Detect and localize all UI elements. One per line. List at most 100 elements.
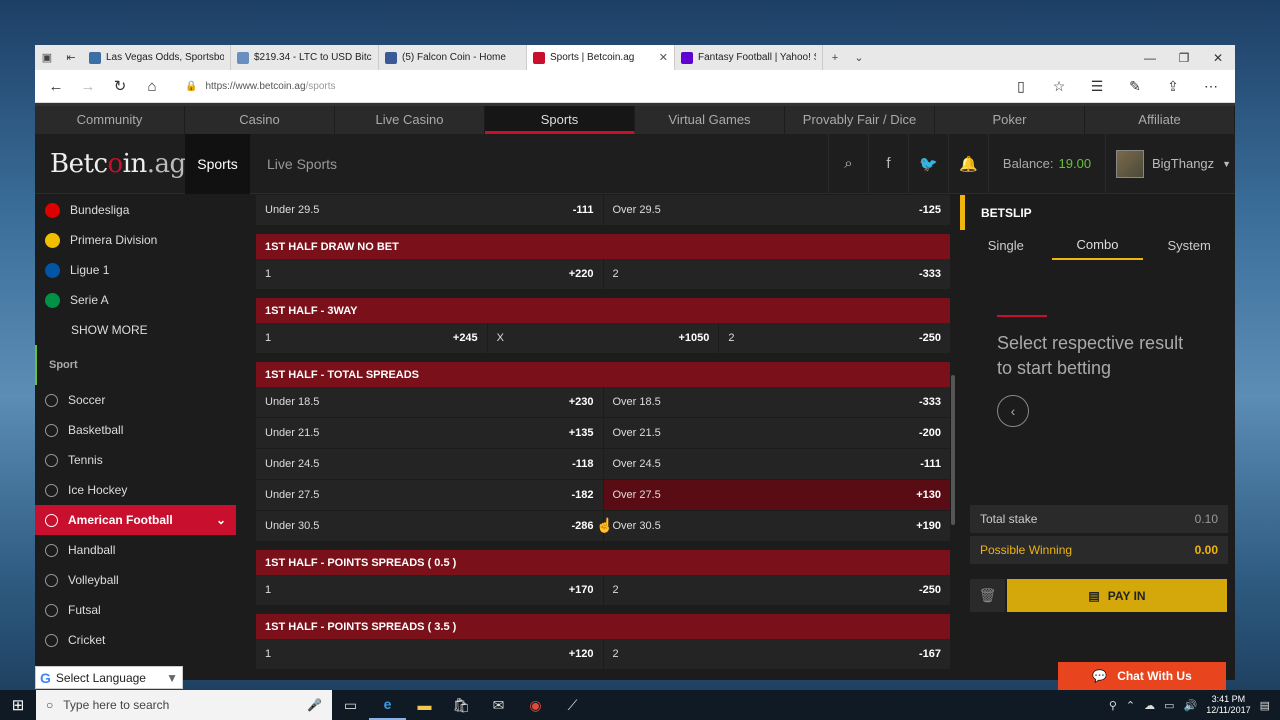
pay-in-button[interactable]: ▤ PAY IN — [1007, 579, 1227, 612]
browser-tab[interactable]: Sports | Betcoin.ag ✕ — [527, 45, 675, 70]
odds-cell[interactable]: Under 27.5 -182 — [256, 480, 604, 510]
close-tab-icon[interactable]: ✕ — [659, 51, 668, 64]
odds-cell[interactable]: 1 +220 — [256, 259, 604, 289]
sidebar-sport-basketball[interactable]: Basketball — [35, 415, 236, 445]
odds-cell[interactable]: X +1050 — [488, 323, 720, 353]
more-icon[interactable]: ⋯ — [1195, 78, 1227, 95]
share-icon[interactable]: ⇪ — [1157, 78, 1189, 95]
people-icon[interactable]: ⚲ — [1109, 699, 1117, 712]
sidebar-league[interactable]: Ligue 1 — [35, 255, 236, 285]
scrollbar[interactable] — [951, 375, 955, 525]
mail-icon[interactable]: ✉ — [480, 697, 517, 714]
sidebar-sport-tennis[interactable]: Tennis — [35, 445, 236, 475]
sidebar-sport-soccer[interactable]: Soccer — [35, 385, 236, 415]
betslip-tab-combo[interactable]: Combo — [1051, 230, 1144, 260]
chevron-left-icon[interactable]: ‹ — [997, 395, 1029, 427]
back-icon[interactable]: ← — [43, 78, 69, 95]
action-center-icon[interactable]: ▤ — [1260, 699, 1270, 712]
sidebar-sport-handball[interactable]: Handball — [35, 535, 236, 565]
odds-cell[interactable]: Under 30.5 -286 — [256, 511, 604, 541]
topnav-community[interactable]: Community — [35, 106, 185, 134]
topnav-live-casino[interactable]: Live Casino — [335, 106, 485, 134]
reading-view-icon[interactable]: ▯ — [1005, 78, 1037, 95]
sidebar-sport-cricket[interactable]: Cricket — [35, 625, 236, 655]
file-explorer-icon[interactable]: ▬ — [406, 697, 443, 713]
topnav-sports[interactable]: Sports — [485, 106, 635, 134]
betcoin-logo[interactable]: Betcoin.ag — [35, 149, 186, 179]
forward-icon[interactable]: → — [75, 78, 101, 95]
chrome-icon[interactable]: ◉ — [517, 697, 554, 714]
odds-cell[interactable]: Under 29.5 -111 — [256, 195, 604, 225]
sidebar-league[interactable]: Serie A — [35, 285, 236, 315]
favorites-hub-icon[interactable]: ☰ — [1081, 78, 1113, 95]
odds-cell[interactable]: Over 30.5 +190 — [604, 511, 951, 541]
app-icon[interactable]: ⟋ — [554, 697, 591, 714]
search-icon[interactable]: ⌕ — [828, 133, 868, 194]
language-select[interactable]: G Select Language ▼ — [35, 666, 183, 689]
taskbar-search[interactable]: ○ Type here to search 🎤 — [36, 690, 332, 720]
topnav-affiliate[interactable]: Affiliate — [1085, 106, 1235, 134]
clock[interactable]: 3:41 PM 12/11/2017 — [1206, 694, 1250, 716]
set-aside-tabs-icon[interactable]: ⇤ — [59, 51, 83, 64]
sidebar-league[interactable]: Bundesliga — [35, 195, 236, 225]
url-field[interactable]: 🔒 https://www.betcoin.ag/sports — [177, 75, 993, 98]
odds-cell[interactable]: Under 21.5 +135 — [256, 418, 604, 448]
home-icon[interactable]: ⌂ — [139, 78, 165, 95]
show-hidden-icons-icon[interactable]: ⌃ — [1126, 699, 1135, 712]
browser-tab[interactable]: Las Vegas Odds, Sportsbool — [83, 45, 231, 70]
maximize-icon[interactable]: ❐ — [1167, 51, 1201, 65]
sidebar-sport-american-football[interactable]: American Football ⌄ — [35, 505, 236, 535]
sidebar-sport-ice-hockey[interactable]: Ice Hockey — [35, 475, 236, 505]
topnav-casino[interactable]: Casino — [185, 106, 335, 134]
store-icon[interactable]: 🛍 — [443, 697, 480, 714]
new-tab-icon[interactable]: + — [823, 52, 847, 64]
odds-cell[interactable]: 1 +120 — [256, 639, 604, 669]
odds-cell[interactable]: 1 +245 — [256, 323, 488, 353]
network-icon[interactable]: ▭ — [1164, 699, 1174, 712]
windows-start-icon[interactable]: ⊞ — [0, 696, 36, 714]
sidebar-league[interactable]: Primera Division — [35, 225, 236, 255]
odds-cell[interactable]: 2 -250 — [719, 323, 950, 353]
onedrive-icon[interactable]: ☁ — [1144, 699, 1155, 712]
browser-tab[interactable]: $219.34 - LTC to USD Bitcoir — [231, 45, 379, 70]
close-window-icon[interactable]: ✕ — [1201, 51, 1235, 65]
sidebar-sport-volleyball[interactable]: Volleyball — [35, 565, 236, 595]
volume-icon[interactable]: 🔊 — [1184, 699, 1198, 712]
odds-cell[interactable]: Under 18.5 +230 — [256, 387, 604, 417]
odds-cell[interactable]: 2 -333 — [604, 259, 951, 289]
odds-cell[interactable]: 2 -167 — [604, 639, 951, 669]
odds-cell[interactable]: 2 -250 — [604, 575, 951, 605]
total-stake-value[interactable]: 0.10 — [1195, 512, 1218, 526]
nav-sports[interactable]: Sports — [185, 133, 250, 194]
topnav-provably-fair-dice[interactable]: Provably Fair / Dice — [785, 106, 935, 134]
odds-cell[interactable]: Over 18.5 -333 — [604, 387, 951, 417]
refresh-icon[interactable]: ↻ — [107, 77, 133, 95]
tab-preview-icon[interactable]: ▣ — [35, 51, 59, 64]
odds-cell[interactable]: Over 24.5 -111 — [604, 449, 951, 479]
microphone-icon[interactable]: 🎤 — [307, 698, 322, 712]
odds-cell[interactable]: Under 24.5 -118 — [256, 449, 604, 479]
facebook-icon[interactable]: f — [868, 133, 908, 194]
task-view-icon[interactable]: ▭ — [332, 697, 369, 714]
nav-live-sports[interactable]: Live Sports — [250, 156, 337, 172]
chat-button[interactable]: 💬 Chat With Us — [1058, 662, 1226, 690]
odds-cell[interactable]: Over 27.5 +130 — [603, 480, 950, 510]
odds-cell[interactable]: Over 29.5 -125 — [604, 195, 951, 225]
user-menu[interactable]: BigThangz ▼ — [1105, 133, 1235, 194]
trash-icon[interactable]: 🗑 — [970, 579, 1005, 612]
bell-icon[interactable]: 🔔 — [948, 133, 988, 194]
web-note-icon[interactable]: ✎ — [1119, 78, 1151, 95]
odds-cell[interactable]: 1 +170 — [256, 575, 604, 605]
favorite-star-icon[interactable]: ☆ — [1043, 78, 1075, 95]
edge-icon[interactable]: e — [369, 690, 406, 720]
browser-tab[interactable]: Fantasy Football | Yahoo! Sp — [675, 45, 823, 70]
odds-cell[interactable]: Over 21.5 -200 — [604, 418, 951, 448]
topnav-virtual-games[interactable]: Virtual Games — [635, 106, 785, 134]
show-more-link[interactable]: SHOW MORE — [35, 315, 236, 345]
topnav-poker[interactable]: Poker — [935, 106, 1085, 134]
betslip-tab-system[interactable]: System — [1143, 230, 1235, 260]
minimize-icon[interactable]: — — [1133, 51, 1167, 65]
sidebar-sport-futsal[interactable]: Futsal — [35, 595, 236, 625]
betslip-tab-single[interactable]: Single — [960, 230, 1052, 260]
tab-list-chevron-icon[interactable]: ⌄ — [847, 51, 871, 64]
